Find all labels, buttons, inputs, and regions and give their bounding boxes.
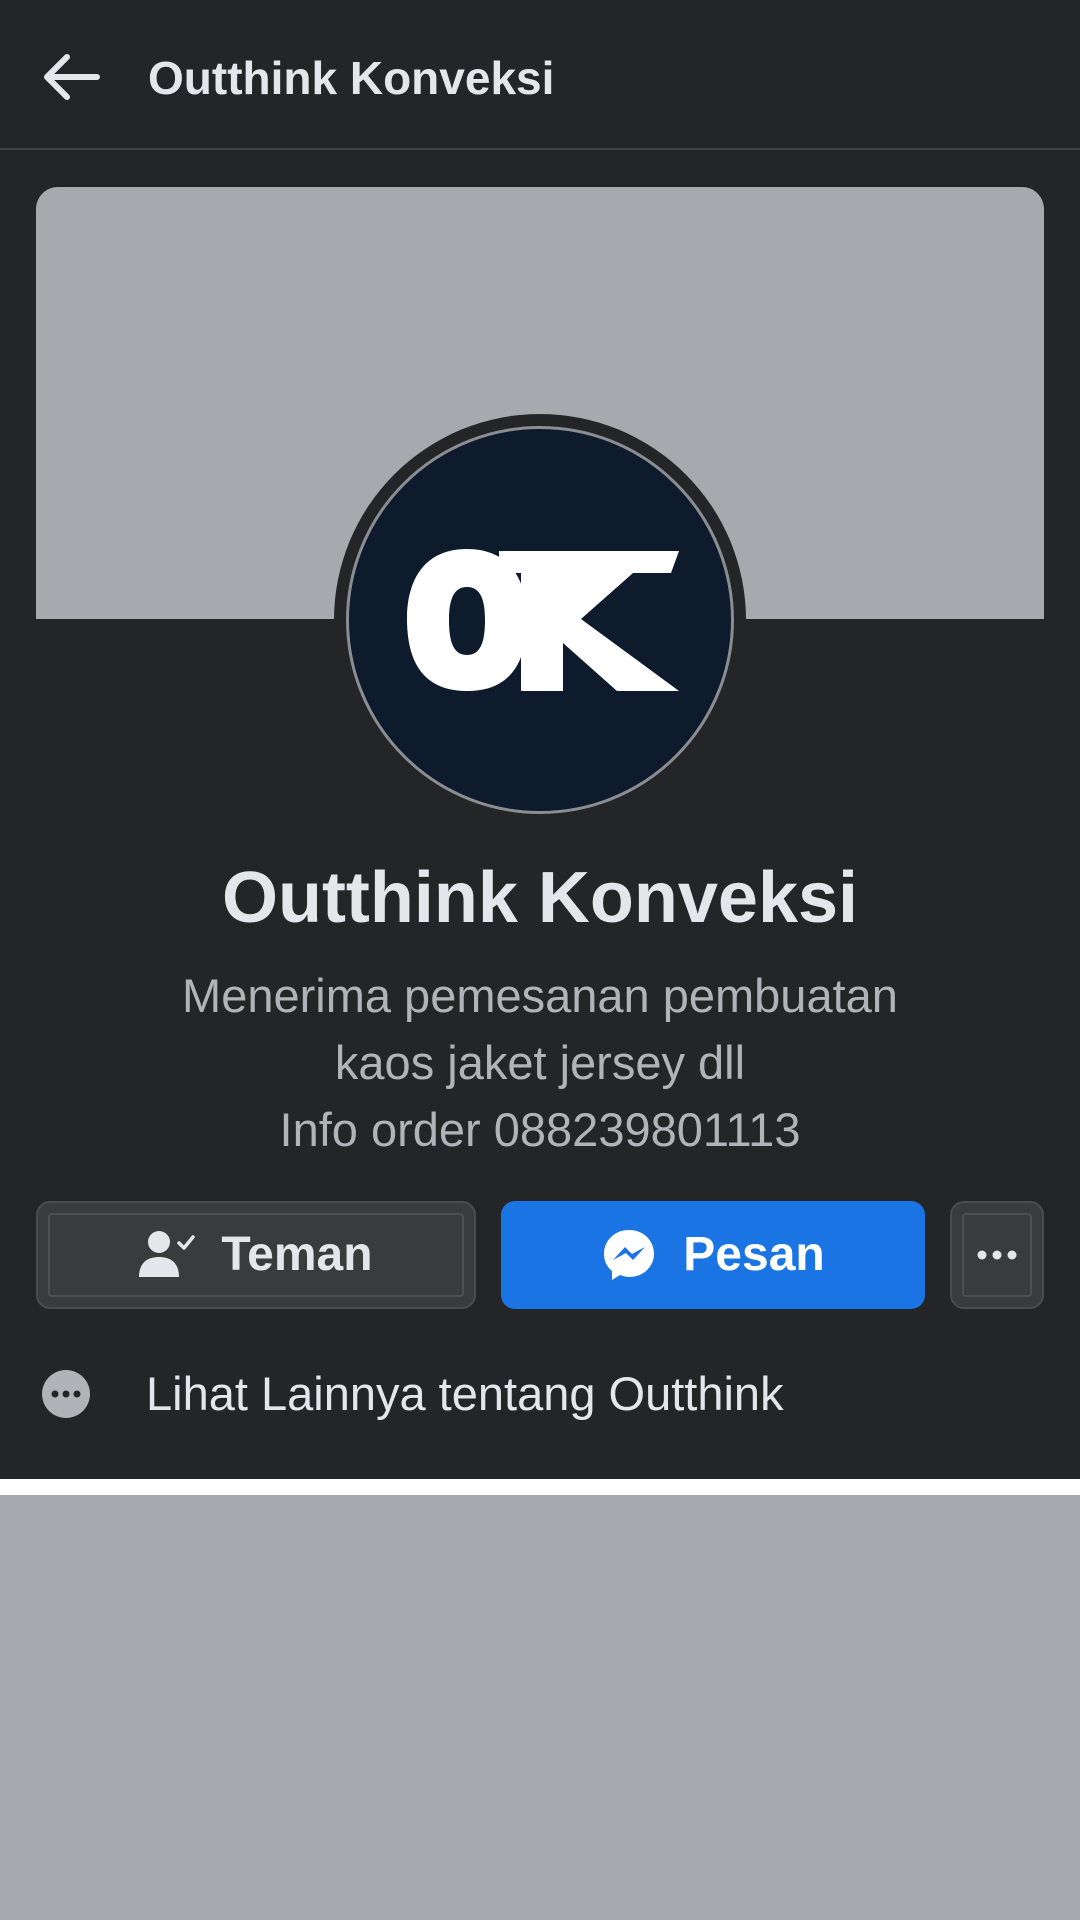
avatar[interactable] (346, 426, 734, 814)
bio-line-1: Menerima pemesanan pembuatan (182, 969, 898, 1022)
friends-button[interactable]: Teman (36, 1201, 476, 1309)
page-title: Outthink Konveksi (148, 52, 555, 104)
back-button[interactable] (36, 46, 106, 108)
top-bar: Outthink Konveksi (0, 0, 1080, 150)
profile-screen: Outthink Konveksi Outthink Konveksi Mene… (0, 0, 1080, 1920)
profile-name: Outthink Konveksi (221, 858, 859, 938)
see-more-about-row[interactable]: Lihat Lainnya tentang Outthink (36, 1360, 1044, 1428)
friends-button-label: Teman (221, 1228, 373, 1281)
arrow-left-icon (44, 54, 100, 100)
section-divider (0, 1479, 1080, 1495)
more-dots-icon (977, 1250, 1017, 1260)
see-more-label: Lihat Lainnya tentang Outthink (146, 1367, 784, 1420)
feed-placeholder (0, 1495, 1080, 1920)
bio-line-3: Info order 088239801113 (279, 1103, 801, 1156)
message-button-label: Pesan (683, 1228, 825, 1281)
ok-logo (407, 549, 679, 691)
friend-check-icon (139, 1229, 196, 1281)
more-circle-icon (42, 1370, 90, 1418)
bio-line-2: kaos jaket jersey dll (334, 1036, 746, 1089)
message-button[interactable]: Pesan (501, 1201, 925, 1309)
messenger-icon (601, 1227, 657, 1283)
more-options-button[interactable] (950, 1201, 1044, 1309)
